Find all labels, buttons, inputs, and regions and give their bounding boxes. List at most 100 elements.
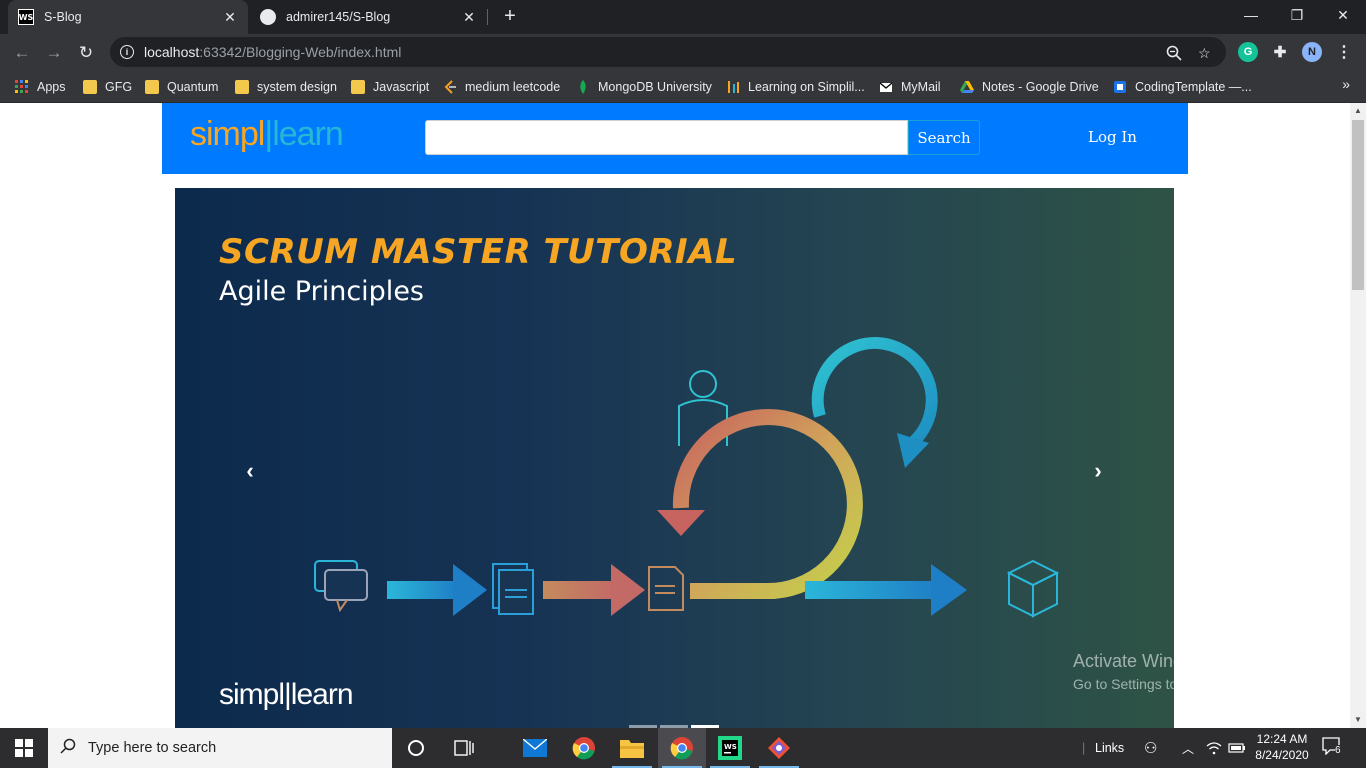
- windows-taskbar: Type here to search WS | Links ⚇ ︿ 12:24…: [0, 728, 1366, 768]
- bookmark-label: Apps: [37, 80, 66, 94]
- page-scrollbar[interactable]: ▲ ▼: [1350, 103, 1366, 728]
- task-view-button[interactable]: [440, 728, 488, 768]
- close-icon[interactable]: ✕: [222, 9, 238, 26]
- bookmark-label: MongoDB University: [598, 80, 712, 94]
- chrome-active-button[interactable]: [658, 728, 706, 768]
- bookmark-mymail[interactable]: MyMail: [879, 77, 941, 97]
- google-drive-icon: [960, 81, 974, 93]
- bookmark-google-drive[interactable]: Notes - Google Drive: [960, 77, 1099, 97]
- bookmarks-overflow-icon[interactable]: »: [1342, 76, 1350, 92]
- bookmark-mongodb-university[interactable]: MongoDB University: [576, 77, 712, 97]
- taskbar-clock[interactable]: 12:24 AM 8/24/2020: [1248, 731, 1316, 763]
- windows-logo-icon: [15, 739, 33, 757]
- bookmark-label: Notes - Google Drive: [982, 80, 1099, 94]
- bookmark-quantum[interactable]: Quantum: [145, 77, 218, 97]
- mail-app-button[interactable]: [511, 728, 559, 768]
- url-text: localhost:63342/Blogging-Web/index.html: [144, 44, 402, 60]
- leetcode-icon: [444, 80, 456, 94]
- bookmark-codingtemplate[interactable]: CodingTemplate —...: [1113, 77, 1252, 97]
- bookmark-medium-leetcode[interactable]: medium leetcode: [443, 77, 560, 97]
- wifi-icon[interactable]: [1206, 728, 1222, 768]
- svg-text:WS: WS: [724, 743, 737, 751]
- activate-windows-watermark: Activate Windows Go to Settings to activ…: [1073, 651, 1294, 692]
- clock-time: 12:24 AM: [1256, 732, 1308, 746]
- info-icon[interactable]: i: [120, 45, 134, 59]
- new-tab-button[interactable]: +: [499, 5, 521, 27]
- bookmark-javascript[interactable]: Javascript: [351, 77, 429, 97]
- links-toolbar[interactable]: Links: [1095, 728, 1124, 768]
- bookmark-label: MyMail: [901, 80, 941, 94]
- taskbar-search-placeholder: Type here to search: [88, 740, 217, 756]
- chevron-up-icon[interactable]: ︿: [1182, 728, 1194, 768]
- simplilearn-logo[interactable]: simpl|learn: [190, 115, 344, 154]
- bookmark-label: Learning on Simplil...: [748, 80, 865, 94]
- slide-title: SCRUM MASTER TUTORIAL: [219, 232, 738, 272]
- taskbar-search[interactable]: Type here to search: [48, 728, 392, 768]
- window-close-button[interactable]: ✕: [1320, 0, 1366, 30]
- apps-grid-icon: [15, 80, 28, 93]
- folder-icon: [145, 80, 159, 94]
- folder-icon: [235, 80, 249, 94]
- menu-kebab-icon[interactable]: ⋮: [1334, 42, 1354, 62]
- bookmark-label: system design: [257, 80, 337, 94]
- bookmark-label: Quantum: [167, 80, 219, 94]
- start-button[interactable]: [0, 728, 48, 768]
- extensions-puzzle-icon[interactable]: ✚: [1270, 42, 1290, 62]
- tab-github[interactable]: admirer145/S-Blog ✕: [250, 0, 487, 34]
- notification-center-button[interactable]: 6: [1322, 737, 1344, 757]
- carousel-prev-button[interactable]: ‹: [238, 458, 262, 484]
- battery-icon[interactable]: [1228, 728, 1246, 768]
- minimize-button[interactable]: —: [1228, 0, 1274, 30]
- profile-avatar[interactable]: N: [1302, 42, 1322, 62]
- bookmark-label: medium leetcode: [465, 80, 561, 94]
- bookmark-gfg[interactable]: GFG: [83, 77, 132, 97]
- bookmark-star-icon[interactable]: ☆: [1198, 45, 1211, 62]
- bookmark-simplilearn[interactable]: Learning on Simplil...: [726, 77, 865, 97]
- login-link[interactable]: Log In: [1088, 128, 1137, 146]
- reload-button[interactable]: ↻: [73, 40, 99, 66]
- slide-logo: simpl|learn: [219, 678, 354, 711]
- file-explorer-button[interactable]: [608, 728, 656, 768]
- chevron-left-icon: ‹: [246, 458, 254, 483]
- address-bar[interactable]: i localhost:63342/Blogging-Web/index.htm…: [110, 37, 1226, 67]
- zoom-icon[interactable]: [1166, 45, 1182, 64]
- forward-button[interactable]: →: [41, 40, 67, 66]
- scrollbar-thumb[interactable]: [1352, 120, 1364, 290]
- notification-count: 6: [1335, 745, 1341, 756]
- carousel-next-button[interactable]: ›: [1086, 458, 1110, 484]
- chevron-right-icon: ›: [1094, 458, 1102, 483]
- carousel: SCRUM MASTER TUTORIAL Agile Principles s…: [175, 188, 1174, 728]
- bookmark-label: GFG: [105, 80, 133, 94]
- scroll-up-icon[interactable]: ▲: [1350, 103, 1366, 119]
- people-icon[interactable]: ⚇: [1144, 728, 1157, 768]
- watermark-line1: Activate Windows: [1073, 651, 1216, 671]
- search-input[interactable]: [425, 120, 908, 155]
- bookmark-label: CodingTemplate —...: [1135, 80, 1252, 94]
- bookmark-apps[interactable]: Apps: [15, 77, 66, 97]
- tab-s-blog[interactable]: WS S-Blog ✕: [8, 0, 248, 34]
- chat-bubble-icon: [314, 560, 368, 613]
- chrome-taskbar-button[interactable]: [560, 728, 608, 768]
- scroll-down-icon[interactable]: ▼: [1350, 712, 1366, 728]
- arrow-icon: [387, 564, 487, 616]
- tab-separator: [487, 9, 488, 25]
- back-button[interactable]: ←: [9, 40, 35, 66]
- search-button[interactable]: Search: [908, 120, 980, 155]
- webstorm-icon: WS: [18, 9, 34, 25]
- tray-separator: |: [1082, 741, 1086, 755]
- grammarly-icon[interactable]: G: [1238, 42, 1258, 62]
- git-client-button[interactable]: [755, 728, 803, 768]
- bookmark-system-design[interactable]: system design: [235, 77, 337, 97]
- restore-button[interactable]: ❐: [1274, 0, 1320, 30]
- chrome-icon: [572, 737, 595, 760]
- browser-titlebar: WS S-Blog ✕ admirer145/S-Blog ✕ + — ❐ ✕: [0, 0, 1366, 34]
- arrow-icon: [543, 564, 645, 616]
- github-icon: [260, 9, 276, 25]
- close-icon[interactable]: ✕: [461, 9, 477, 26]
- sprint-loop-icon: [657, 409, 863, 600]
- document-icon: [648, 566, 684, 611]
- bookmarks-bar: Apps GFG Quantum system design Javascrip…: [0, 71, 1366, 103]
- cortana-button[interactable]: [392, 728, 440, 768]
- webstorm-taskbar-button[interactable]: WS: [706, 728, 754, 768]
- chrome-icon: [670, 737, 693, 760]
